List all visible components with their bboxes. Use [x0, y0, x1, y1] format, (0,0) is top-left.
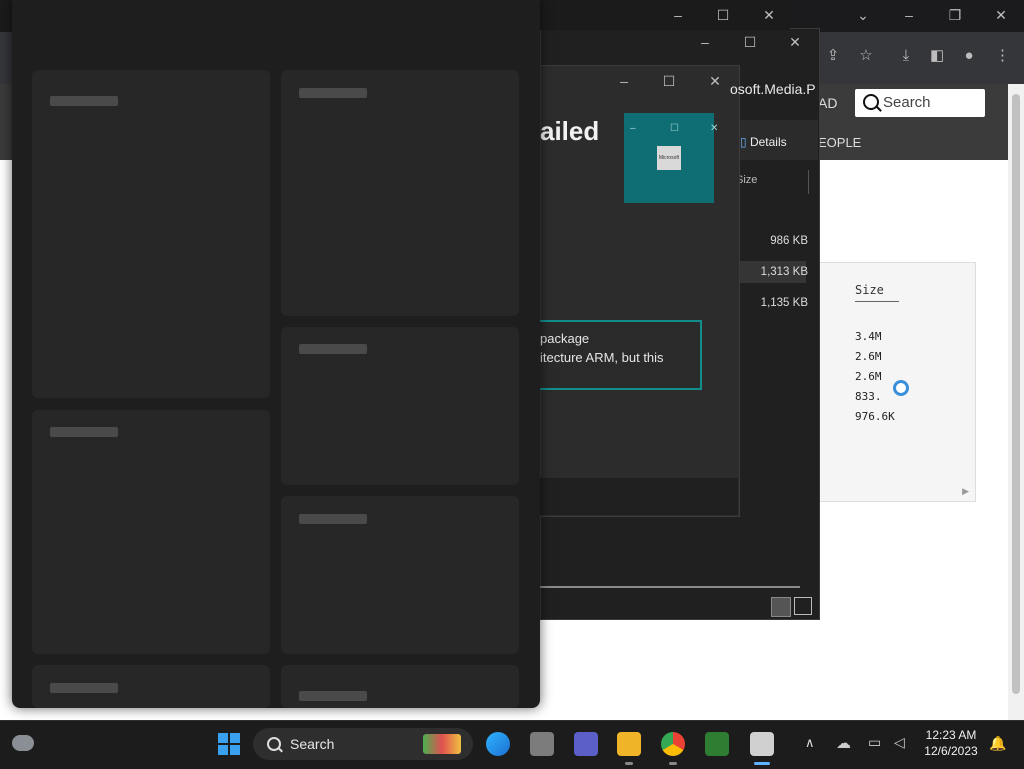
onedrive-icon[interactable]: ☁ [836, 734, 851, 752]
maximize-icon[interactable]: ☐ [662, 74, 676, 88]
package-logo: – ☐ ✕ Microsoft [624, 113, 718, 203]
chevron-down-icon[interactable]: ⌄ [856, 8, 870, 22]
close-icon[interactable]: ✕ [762, 8, 776, 22]
column-divider [808, 170, 809, 194]
installer-footer [540, 478, 738, 515]
details-view-icon[interactable] [771, 597, 791, 617]
site-search-input[interactable]: Search [855, 89, 985, 117]
placeholder-card[interactable] [32, 665, 270, 708]
windows-start-icon[interactable] [218, 733, 240, 755]
app-installer-icon[interactable] [750, 732, 774, 756]
file-size-cell: 833. [855, 390, 882, 403]
minimize-icon: – [630, 123, 636, 134]
microsoft-logo: Microsoft [657, 146, 681, 170]
file-size-cell: 2.6M [855, 370, 882, 383]
placeholder-bar [299, 344, 367, 354]
file-size-cell: 976.6K [855, 410, 895, 423]
taskbar-clock[interactable]: 12:23 AM 12/6/2023 [918, 727, 984, 759]
file-explorer-icon[interactable] [617, 732, 641, 756]
maximize-icon[interactable]: ☐ [743, 35, 757, 49]
file-size-cell[interactable]: 1,135 KB [728, 297, 808, 309]
bookmark-star-icon[interactable]: ☆ [859, 48, 873, 63]
install-failed-title: ailed [540, 116, 600, 146]
close-icon[interactable]: ✕ [788, 35, 802, 49]
file-size-cell: 2.6M [855, 350, 882, 363]
file-size-cell[interactable]: 986 KB [728, 235, 808, 247]
nav-link-people[interactable]: EOPLE [818, 135, 861, 150]
placeholder-card[interactable] [32, 70, 270, 398]
placeholder-card[interactable] [281, 496, 519, 654]
minimize-icon[interactable]: – [617, 74, 631, 88]
scroll-right-icon[interactable]: ▶ [962, 486, 969, 497]
horizontal-scrollbar[interactable] [540, 586, 800, 588]
placeholder-bar [299, 88, 367, 98]
clock-time: 12:23 AM [925, 728, 977, 742]
busy-cursor-icon [893, 380, 909, 396]
search-icon [863, 94, 879, 110]
minimize-icon[interactable]: – [902, 8, 916, 22]
restore-icon[interactable]: ❐ [948, 8, 962, 22]
download-icon[interactable]: ⤓ [899, 48, 913, 63]
volume-muted-icon[interactable]: ◁ [894, 734, 905, 751]
details-icon: ▯ [740, 135, 747, 149]
page-scrollbar[interactable] [1008, 84, 1024, 720]
teams-icon[interactable] [574, 732, 598, 756]
minimize-icon[interactable]: – [698, 35, 712, 49]
details-pane-button[interactable]: ▯ Details [740, 135, 787, 149]
placeholder-bar [50, 683, 118, 693]
close-icon[interactable]: ✕ [708, 74, 722, 88]
maximize-icon: ☐ [670, 123, 679, 134]
search-highlight-icon [423, 734, 461, 754]
edge-beta-icon[interactable] [486, 732, 510, 756]
nav-link-partial[interactable]: AD [818, 95, 837, 111]
error-message-box: package itecture ARM, but this [538, 320, 702, 390]
close-icon[interactable]: ✕ [994, 8, 1008, 22]
error-line: itecture ARM, but this [540, 350, 664, 365]
snap-overlay-window [12, 0, 540, 708]
package-name: osoft.Media.P [730, 81, 816, 97]
placeholder-card[interactable] [281, 327, 519, 485]
weather-widget-icon[interactable] [12, 735, 34, 751]
details-label: Details [749, 135, 787, 149]
maximize-icon[interactable]: ☐ [716, 8, 730, 22]
file-size-cell[interactable]: 1,313 KB [728, 266, 808, 278]
taskbar-search[interactable]: Search [253, 728, 473, 760]
network-icon[interactable]: ▭ [868, 734, 881, 751]
spreadsheet-app-icon[interactable] [705, 732, 729, 756]
side-panel-icon[interactable]: ◧ [930, 48, 944, 63]
search-placeholder: Search [883, 94, 931, 111]
task-view-icon[interactable] [530, 732, 554, 756]
running-indicator [625, 762, 633, 765]
tiles-view-icon[interactable] [794, 597, 812, 615]
notification-bell-icon[interactable]: 🔔 [989, 735, 1006, 752]
chevron-up-icon[interactable]: ∧ [805, 735, 815, 751]
menu-dots-icon[interactable]: ⋮ [995, 48, 1010, 63]
placeholder-bar [50, 96, 118, 106]
taskbar-search-label: Search [290, 736, 335, 752]
close-icon: ✕ [710, 123, 719, 134]
search-icon [267, 737, 281, 751]
file-size-cell: 3.4M [855, 330, 882, 343]
scrollbar-thumb[interactable] [1012, 94, 1020, 694]
share-icon[interactable]: ⇪ [826, 48, 840, 63]
profile-icon[interactable]: ● [962, 48, 976, 63]
active-indicator [754, 762, 770, 765]
placeholder-card[interactable] [32, 410, 270, 654]
error-line: package [540, 331, 590, 346]
placeholder-card[interactable] [281, 665, 519, 708]
placeholder-card[interactable] [281, 70, 519, 316]
placeholder-bar [299, 514, 367, 524]
chrome-icon[interactable] [661, 732, 685, 756]
placeholder-bar [50, 427, 118, 437]
running-indicator [669, 762, 677, 765]
clock-date: 12/6/2023 [924, 744, 978, 758]
placeholder-bar [299, 691, 367, 701]
minimize-icon[interactable]: – [671, 8, 685, 22]
size-column-header[interactable]: Size [855, 283, 899, 302]
